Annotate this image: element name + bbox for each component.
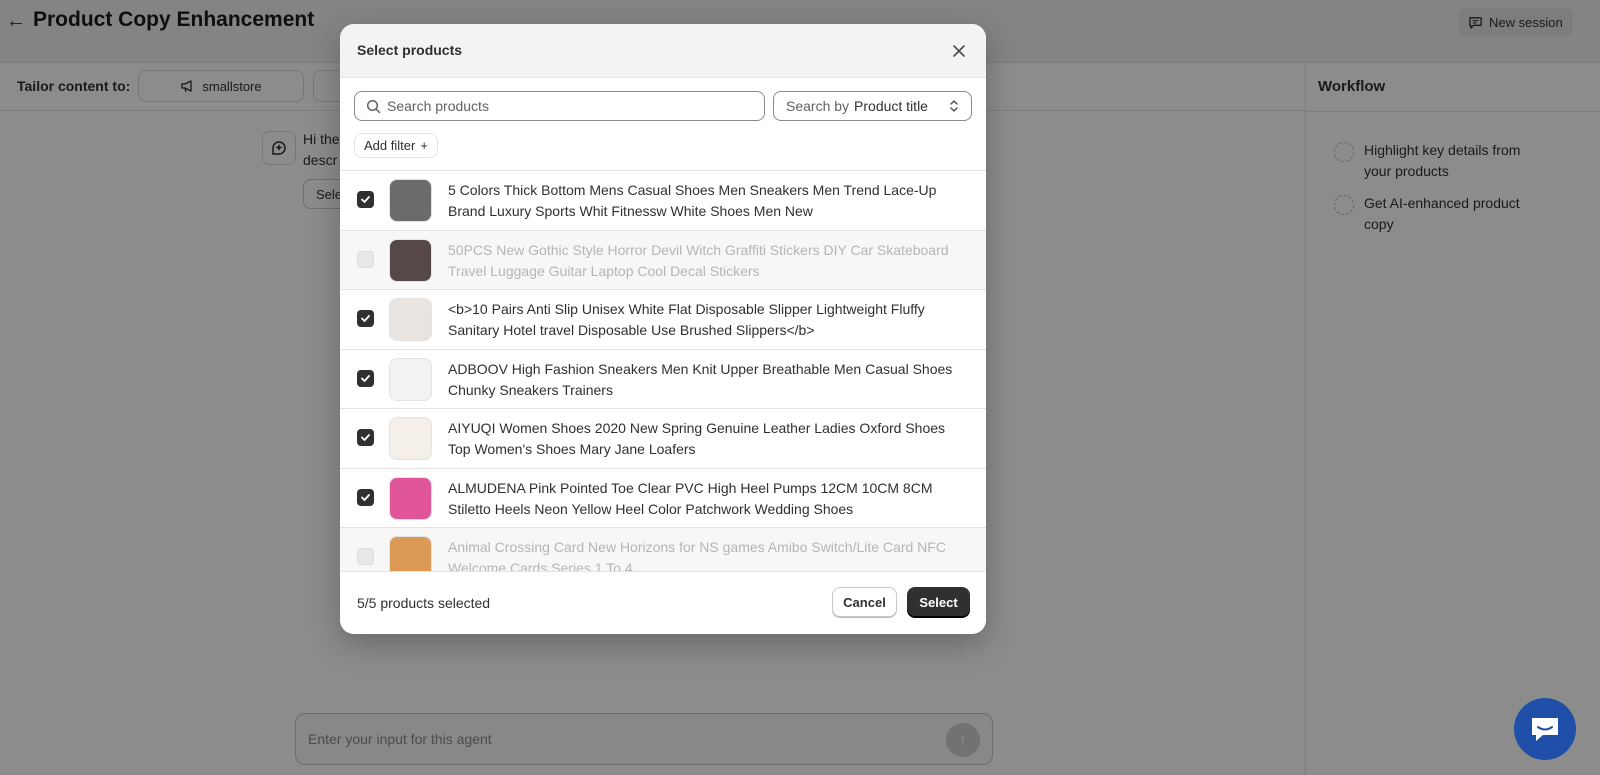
- product-thumbnail: [389, 298, 432, 341]
- product-title: <b>10 Pairs Anti Slip Unisex White Flat …: [448, 301, 925, 338]
- modal-title: Select products: [357, 42, 463, 58]
- checkmark-icon: [361, 315, 370, 322]
- search-icon: [366, 99, 381, 114]
- selected-count: 5/5 products selected: [357, 595, 491, 611]
- select-products-modal: Select products Search by Product title …: [340, 24, 986, 634]
- product-checkbox[interactable]: [357, 369, 374, 387]
- product-checkbox[interactable]: [357, 488, 374, 506]
- select-button[interactable]: Select: [907, 587, 970, 617]
- search-input[interactable]: [354, 91, 765, 121]
- product-title: Animal Crossing Card New Horizons for NS…: [448, 539, 946, 571]
- search-products-field[interactable]: [387, 96, 757, 116]
- product-row: 50PCS New Gothic Style Horror Devil Witc…: [340, 230, 986, 290]
- select-chevrons-icon: [950, 100, 958, 112]
- add-filter-label: Add filter: [364, 138, 416, 153]
- product-thumbnail: [389, 476, 432, 520]
- search-by-label: Search by: [786, 98, 850, 114]
- add-filter-button[interactable]: Add filter +: [354, 133, 438, 158]
- product-row[interactable]: ADBOOV High Fashion Sneakers Men Knit Up…: [340, 349, 986, 409]
- checkmark-icon: [361, 374, 370, 382]
- close-icon: [953, 45, 965, 57]
- modal-header: Select products: [340, 24, 986, 78]
- product-row[interactable]: 5 Colors Thick Bottom Mens Casual Shoes …: [340, 171, 986, 231]
- modal-footer: 5/5 products selected Cancel Select: [340, 571, 986, 634]
- plus-icon: +: [420, 138, 428, 153]
- product-thumbnail: [389, 536, 432, 571]
- search-by-select[interactable]: Search by Product title: [773, 91, 972, 121]
- product-title: ALMUDENA Pink Pointed Toe Clear PVC High…: [448, 479, 933, 517]
- product-thumbnail: [389, 179, 432, 222]
- support-chat-button[interactable]: [1514, 698, 1576, 760]
- product-checkbox[interactable]: [357, 191, 374, 208]
- product-title: AIYUQI Women Shoes 2020 New Spring Genui…: [448, 420, 946, 457]
- product-checkbox[interactable]: [357, 429, 374, 446]
- checkmark-icon: [361, 493, 370, 501]
- product-checkbox: [357, 250, 374, 268]
- product-thumbnail: [389, 357, 432, 401]
- product-title: ADBOOV High Fashion Sneakers Men Knit Up…: [448, 360, 953, 398]
- product-row[interactable]: <b>10 Pairs Anti Slip Unisex White Flat …: [340, 290, 986, 350]
- checkmark-icon: [361, 434, 370, 441]
- close-button[interactable]: [949, 41, 969, 61]
- product-list[interactable]: 5 Colors Thick Bottom Mens Casual Shoes …: [340, 170, 986, 571]
- product-row: Animal Crossing Card New Horizons for NS…: [340, 528, 986, 571]
- chat-icon: [1532, 718, 1558, 741]
- product-thumbnail: [389, 417, 432, 460]
- product-checkbox[interactable]: [357, 310, 374, 327]
- search-by-value: Product title: [854, 98, 928, 114]
- product-thumbnail: [389, 238, 432, 282]
- product-title: 50PCS New Gothic Style Horror Devil Witc…: [448, 241, 949, 279]
- product-row[interactable]: ALMUDENA Pink Pointed Toe Clear PVC High…: [340, 468, 986, 528]
- checkmark-icon: [361, 196, 370, 203]
- product-title: 5 Colors Thick Bottom Mens Casual Shoes …: [448, 182, 937, 219]
- product-row[interactable]: AIYUQI Women Shoes 2020 New Spring Genui…: [340, 409, 986, 469]
- product-checkbox: [357, 548, 374, 565]
- cancel-button[interactable]: Cancel: [832, 587, 897, 617]
